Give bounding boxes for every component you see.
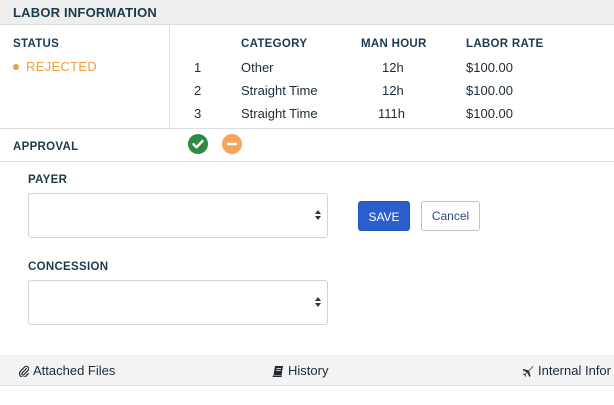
status-dot-icon [13,63,19,70]
status-badge: REJECTED [13,59,97,74]
tab-label: Internal Infor [538,363,611,378]
section-header: LABOR INFORMATION [0,0,614,25]
row-labor-rate: $100.00 [466,106,513,121]
select-arrows-icon [315,210,321,220]
row-index: 3 [194,106,202,121]
row-man-hour: 12h [382,83,404,98]
select-arrows-icon [315,297,321,307]
approval-label: APPROVAL [13,141,79,153]
paperclip-icon [18,365,30,378]
minus-circle-icon [227,142,237,146]
approve-button[interactable] [188,134,208,154]
reject-button[interactable] [222,134,242,154]
row-labor-rate: $100.00 [466,83,513,98]
row-category: Straight Time [241,83,318,98]
tab-label: History [288,363,329,378]
save-button[interactable]: SAVE [358,201,410,231]
tab-internal-info[interactable]: Internal Infor [522,363,611,378]
labor-table: CATEGORY MAN HOUR LABOR RATE 1 Other 12h… [170,25,614,128]
row-man-hour: 111h [378,106,405,121]
column-header-category: CATEGORY [241,38,308,50]
column-header-man-hour: MAN HOUR [361,38,427,50]
row-index: 2 [194,83,202,98]
status-value-text: REJECTED [26,59,98,74]
airplane-icon [522,365,534,377]
concession-label: CONCESSION [28,261,109,273]
section-title: LABOR INFORMATION [13,5,157,20]
cancel-button[interactable]: Cancel [421,201,480,231]
payer-label: PAYER [28,174,68,186]
row-index: 1 [194,60,202,75]
status-panel: STATUS REJECTED [0,25,170,128]
row-category: Other [241,60,274,75]
concession-select[interactable] [28,280,328,325]
row-labor-rate: $100.00 [466,60,513,75]
approval-row: APPROVAL [0,128,614,162]
tab-label: Attached Files [33,363,116,378]
status-label: STATUS [13,38,60,50]
column-header-labor-rate: LABOR RATE [466,38,544,50]
payer-select[interactable] [28,193,328,238]
book-icon [272,365,283,377]
row-category: Straight Time [241,106,318,121]
bottom-tabs: Attached Files History Internal Infor [0,355,614,386]
row-man-hour: 12h [382,60,404,75]
check-circle-icon [192,139,204,149]
tab-attached-files[interactable]: Attached Files [18,363,116,378]
tab-history[interactable]: History [272,363,328,378]
